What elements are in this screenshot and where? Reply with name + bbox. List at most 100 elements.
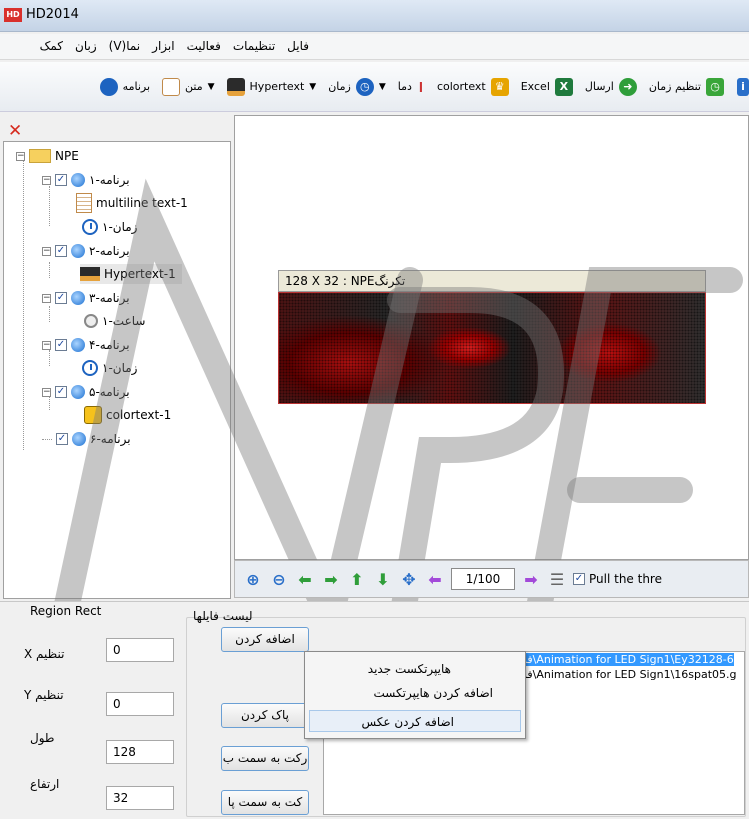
tree-connector [23,160,24,450]
time-icon [82,360,98,376]
collapse-icon[interactable]: − [42,293,51,303]
tree-program-label: برنامه-۳ [89,291,130,305]
collapse-icon[interactable]: − [16,151,25,161]
program-button[interactable]: برنامه [99,77,150,96]
excel-button[interactable]: X Excel [520,77,573,96]
program-checkbox[interactable]: ✓ [55,245,67,257]
region-rect-title: Region Rect [30,604,102,618]
menu-new-hypertext[interactable]: هایپرتکست جدید [309,658,521,680]
move-up-button[interactable]: رکت به سمت ب [221,746,309,771]
x-field[interactable]: 0 [106,638,174,662]
tree-item-clock[interactable]: ساعت-۱ [84,311,145,331]
hypertext-button[interactable]: ▼ Hypertext [226,77,316,96]
tree-program-6[interactable]: ✓ برنامه-۶ [42,429,131,449]
colortext-button[interactable]: ♛ colortext [436,77,509,96]
program-icon [71,338,85,352]
menu-add-hypertext[interactable]: اضافه کردن هایپرتکست [309,682,521,704]
tree-program-4[interactable]: − ✓ برنامه-۴ [42,335,130,355]
time-label: زمان [328,80,351,93]
collapse-icon[interactable]: − [42,246,51,256]
next-page-icon[interactable]: ➡ [521,569,541,589]
move-up-icon[interactable]: ⬆ [347,569,367,589]
clear-button[interactable]: پاک کردن [221,703,309,728]
menu-language[interactable]: زبان [75,39,97,53]
tree-program-2[interactable]: − ✓ برنامه-۲ [42,241,130,261]
collapse-icon[interactable]: − [42,340,51,350]
clock-setting-icon: ◷ [706,77,724,96]
tree-program-1[interactable]: − ✓ برنامه-۱ [42,170,130,190]
hypertext-icon [80,267,100,281]
program-icon [71,291,85,305]
tree-item-label: ساعت-۱ [102,314,146,328]
tree-item-label: Hypertext-1 [104,267,176,281]
chevron-down-icon: ▼ [378,81,386,92]
program-tree: − NPE − ✓ برنامه-۱ multiline text-1 زمان… [3,141,231,599]
add-button[interactable]: اضافه کردن [221,627,309,652]
move-right-icon[interactable]: ➡ [321,569,341,589]
height-field[interactable]: 32 [106,786,174,810]
tree-item-time[interactable]: زمان-۱ [82,358,137,378]
tree-item-hypertext[interactable]: Hypertext-1 [80,264,182,284]
tree-item-label: colortext-1 [106,408,172,422]
list-icon[interactable]: ☰ [547,569,567,589]
menu-help[interactable]: کمک [40,39,63,53]
zoom-out-icon[interactable]: ⊖ [269,569,289,589]
temperature-label: دما [397,80,412,93]
temperature-button[interactable]: ǀ دما [398,78,425,96]
move-down-icon[interactable]: ⬇ [373,569,393,589]
tree-connector [49,186,50,226]
zoom-in-icon[interactable]: ⊕ [243,569,263,589]
menu-add-image[interactable]: اضافه کردن عکس [309,710,521,732]
pull-checkbox[interactable]: ✓ Pull the thre [573,572,662,586]
collapse-icon[interactable]: − [42,175,51,185]
x-label: تنظیم X [24,647,65,661]
tree-item-colortext[interactable]: colortext-1 [84,405,171,425]
tree-program-label: برنامه-۱ [89,173,130,187]
program-checkbox[interactable]: ✓ [55,386,67,398]
previous-page-icon[interactable]: ⬅ [425,569,445,589]
checkbox-checked-icon: ✓ [573,573,585,585]
program-icon [99,77,118,96]
time-button[interactable]: ▼ ◷ زمان [328,77,386,96]
excel-icon: X [554,77,573,96]
program-checkbox[interactable]: ✓ [55,292,67,304]
set-time-label: تنظیم زمان [648,80,701,93]
hypertext-label: Hypertext [249,80,305,93]
context-menu: هایپرتکست جدید اضافه کردن هایپرتکست اضاف… [304,651,526,739]
collapse-icon[interactable]: − [42,387,51,397]
window-title: HD2014 [26,7,79,22]
set-time-button[interactable]: i ◷ تنظیم زمان [648,77,749,96]
menu-activity[interactable]: فعالیت [187,39,221,53]
menu-settings[interactable]: تنظیمات [233,39,275,53]
tree-connector [49,306,50,322]
close-icon[interactable]: ✕ [8,121,22,141]
text-button[interactable]: ▼ متن [162,77,215,96]
width-field[interactable]: 128 [106,740,174,764]
main-toolbar: i ◷ تنظیم زمان ➜ ارسال X Excel ♛ colorte… [0,62,749,112]
tree-item-time[interactable]: زمان-۱ [82,217,137,237]
tree-program-3[interactable]: − ✓ برنامه-۳ [42,288,130,308]
page-indicator[interactable]: 1/100 [451,568,515,590]
time-icon: ◷ [355,77,374,96]
move-left-icon[interactable]: ⬅ [295,569,315,589]
menu-view[interactable]: نما(V) [109,39,141,53]
tree-program-5[interactable]: − ✓ برنامه-۵ [42,382,130,402]
excel-label: Excel [520,80,550,93]
program-checkbox[interactable]: ✓ [55,339,67,351]
program-checkbox[interactable]: ✓ [55,174,67,186]
menu-tools[interactable]: ابزار [152,39,174,53]
tree-item-multiline-text[interactable]: multiline text-1 [76,193,188,213]
send-button[interactable]: ➜ ارسال [585,77,637,96]
tree-item-label: زمان-۱ [102,220,138,234]
colortext-icon [84,406,102,424]
program-checkbox[interactable]: ✓ [56,433,68,445]
led-preview-image[interactable] [278,292,706,404]
menu-file[interactable]: فایل [287,39,309,53]
tree-root[interactable]: − NPE [16,146,79,166]
y-field[interactable]: 0 [106,692,174,716]
send-icon: ➜ [618,77,637,96]
move-down-button[interactable]: کت به سمت پا [221,790,309,815]
colortext-label: colortext [436,80,486,93]
center-icon[interactable]: ✥ [399,569,419,589]
info-icon: i [737,77,749,96]
